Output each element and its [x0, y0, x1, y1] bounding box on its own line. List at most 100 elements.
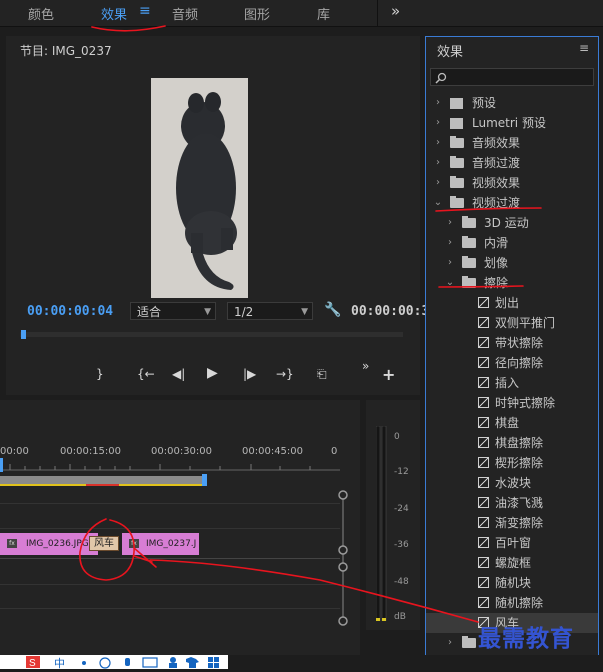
- workspace-tab-color[interactable]: 颜色: [28, 4, 54, 23]
- db-unit-label: dB: [394, 612, 406, 622]
- go-to-out-button[interactable]: →}: [276, 367, 294, 381]
- effects-tree-item[interactable]: › Lumetri 预设: [426, 113, 598, 133]
- effects-tree-item[interactable]: › 预设: [426, 93, 598, 113]
- timeline-scrollbar[interactable]: [336, 488, 350, 628]
- effects-tree-item[interactable]: 油漆飞溅: [426, 493, 598, 513]
- effects-tree-item[interactable]: 时钟式擦除: [426, 393, 598, 413]
- search-icon: [435, 72, 447, 84]
- panel-menu-icon[interactable]: ≡: [579, 41, 589, 55]
- transition-icon: [478, 577, 489, 588]
- transition-icon: [478, 317, 489, 328]
- transition-icon: [478, 397, 489, 408]
- effects-tree-item[interactable]: › 音频效果: [426, 133, 598, 153]
- effects-tree-item[interactable]: 棋盘: [426, 413, 598, 433]
- effects-tree-item[interactable]: 双侧平推门: [426, 313, 598, 333]
- db-label: -24: [394, 504, 409, 514]
- chevron-right-icon[interactable]: ›: [433, 133, 443, 153]
- effects-tree-item[interactable]: 随机擦除: [426, 593, 598, 613]
- workspace-tab-libraries[interactable]: 库: [317, 4, 330, 23]
- playback-scrubber[interactable]: [20, 330, 403, 340]
- workspace-menu-icon[interactable]: ≡: [139, 3, 151, 19]
- preset-folder-icon: [450, 98, 463, 109]
- effects-tree-item[interactable]: 插入: [426, 373, 598, 393]
- resolution-dropdown[interactable]: 1/2 ▼: [227, 302, 313, 320]
- ime-icons: S 中: [26, 656, 219, 670]
- effects-tree-item[interactable]: 螺旋框: [426, 553, 598, 573]
- clip-img-0236[interactable]: fx IMG_0236.JPG: [0, 533, 98, 555]
- effects-tree-label: 视频效果: [472, 176, 521, 190]
- chevron-down-icon[interactable]: ⌄: [445, 273, 455, 293]
- export-frame-button[interactable]: ⎗: [317, 367, 327, 382]
- effects-tree-item[interactable]: › 内滑: [426, 233, 598, 253]
- current-timecode[interactable]: 00:00:00:04: [27, 304, 113, 319]
- transition-icon: [478, 417, 489, 428]
- chevron-right-icon[interactable]: ›: [433, 153, 443, 173]
- effects-tree-label: 渐变擦除: [495, 516, 544, 530]
- effects-tree-item[interactable]: › 3D 运动: [426, 213, 598, 233]
- zoom-dropdown[interactable]: 适合 ▼: [130, 302, 216, 320]
- folder-icon: [450, 196, 464, 208]
- wrench-icon[interactable]: 🔧: [324, 302, 341, 318]
- chevron-right-icon[interactable]: ›: [433, 93, 443, 113]
- workspace-tab-audio[interactable]: 音频: [172, 4, 198, 23]
- transition-icon: [478, 337, 489, 348]
- effects-tree-label: 插入: [495, 376, 520, 390]
- effects-tree-label: 双侧平推门: [495, 316, 556, 330]
- effects-tree-item[interactable]: 楔形擦除: [426, 453, 598, 473]
- effects-tree-label: 擦除: [484, 276, 509, 290]
- effects-tree-item[interactable]: ⌄ 视频过渡: [426, 193, 598, 213]
- svg-text:S: S: [29, 658, 36, 669]
- chevron-right-icon[interactable]: ›: [433, 173, 443, 193]
- workspace-bar: 颜色 效果 ≡ 音频 图形 库 »: [0, 0, 603, 27]
- video-frame: [151, 78, 248, 298]
- mark-out-button[interactable]: }: [96, 367, 104, 381]
- effects-tree-item[interactable]: 随机块: [426, 573, 598, 593]
- effects-tree-item[interactable]: 带状擦除: [426, 333, 598, 353]
- db-label: -12: [394, 467, 409, 477]
- more-controls-icon[interactable]: »: [362, 359, 369, 373]
- effects-search-input[interactable]: [430, 68, 594, 86]
- db-label: -48: [394, 577, 409, 587]
- effects-tree-item[interactable]: › 划像: [426, 253, 598, 273]
- effects-tree-item[interactable]: 渐变擦除: [426, 513, 598, 533]
- time-ruler[interactable]: [0, 458, 340, 492]
- effects-tree-item[interactable]: ⌄ 擦除: [426, 273, 598, 293]
- effects-tree-label: 油漆飞溅: [495, 496, 544, 510]
- effects-tree-item[interactable]: 径向擦除: [426, 353, 598, 373]
- db-label: -36: [394, 540, 409, 550]
- chevron-right-icon[interactable]: ›: [445, 253, 455, 273]
- ruler-label: 00:00:30:00: [151, 446, 213, 457]
- chevron-right-icon[interactable]: ›: [445, 633, 455, 653]
- effects-tree-item[interactable]: › 视频效果: [426, 173, 598, 193]
- workspace-tab-graphics[interactable]: 图形: [244, 4, 270, 23]
- effects-tree-item[interactable]: 百叶窗: [426, 533, 598, 553]
- effects-panel: 效果 ≡ › 预设 › Lumetri 预设 › 音频效果 › 音频过渡 › 视频效果 ⌄ 视频过渡 ›…: [425, 36, 599, 658]
- effects-panel-title: 效果: [437, 45, 464, 60]
- program-monitor-title: 节目: IMG_0237: [20, 44, 112, 58]
- chevron-right-icon[interactable]: ›: [433, 113, 443, 133]
- add-button[interactable]: +: [382, 365, 395, 384]
- play-button[interactable]: ▶: [207, 365, 218, 381]
- effects-tree-label: 百叶窗: [495, 536, 532, 550]
- transition-icon: [478, 557, 489, 568]
- clip-img-0237[interactable]: fx IMG_0237.J: [122, 533, 199, 555]
- step-back-button[interactable]: ◀|: [172, 367, 185, 381]
- track-divider: [0, 558, 340, 559]
- effects-tree-item[interactable]: 棋盘擦除: [426, 433, 598, 453]
- folder-icon: [462, 216, 476, 228]
- workspace-overflow-icon[interactable]: »: [391, 2, 400, 20]
- transition-windmill[interactable]: 风车: [89, 536, 119, 551]
- chevron-right-icon[interactable]: ›: [445, 213, 455, 233]
- go-to-in-button[interactable]: {←: [137, 367, 155, 381]
- effects-tree-item[interactable]: › 音频过渡: [426, 153, 598, 173]
- folder-icon: [450, 136, 464, 148]
- chevron-right-icon[interactable]: ›: [445, 233, 455, 253]
- chevron-down-icon[interactable]: ⌄: [433, 193, 443, 213]
- step-forward-button[interactable]: |▶: [243, 367, 256, 381]
- workspace-tab-effects[interactable]: 效果: [101, 4, 127, 23]
- effects-tree-item[interactable]: 水波块: [426, 473, 598, 493]
- effects-tree-item[interactable]: 划出: [426, 293, 598, 313]
- effects-tree-label: 水波块: [495, 476, 532, 490]
- transition-icon: [478, 477, 489, 488]
- effects-tree-label: 视频过渡: [472, 196, 521, 210]
